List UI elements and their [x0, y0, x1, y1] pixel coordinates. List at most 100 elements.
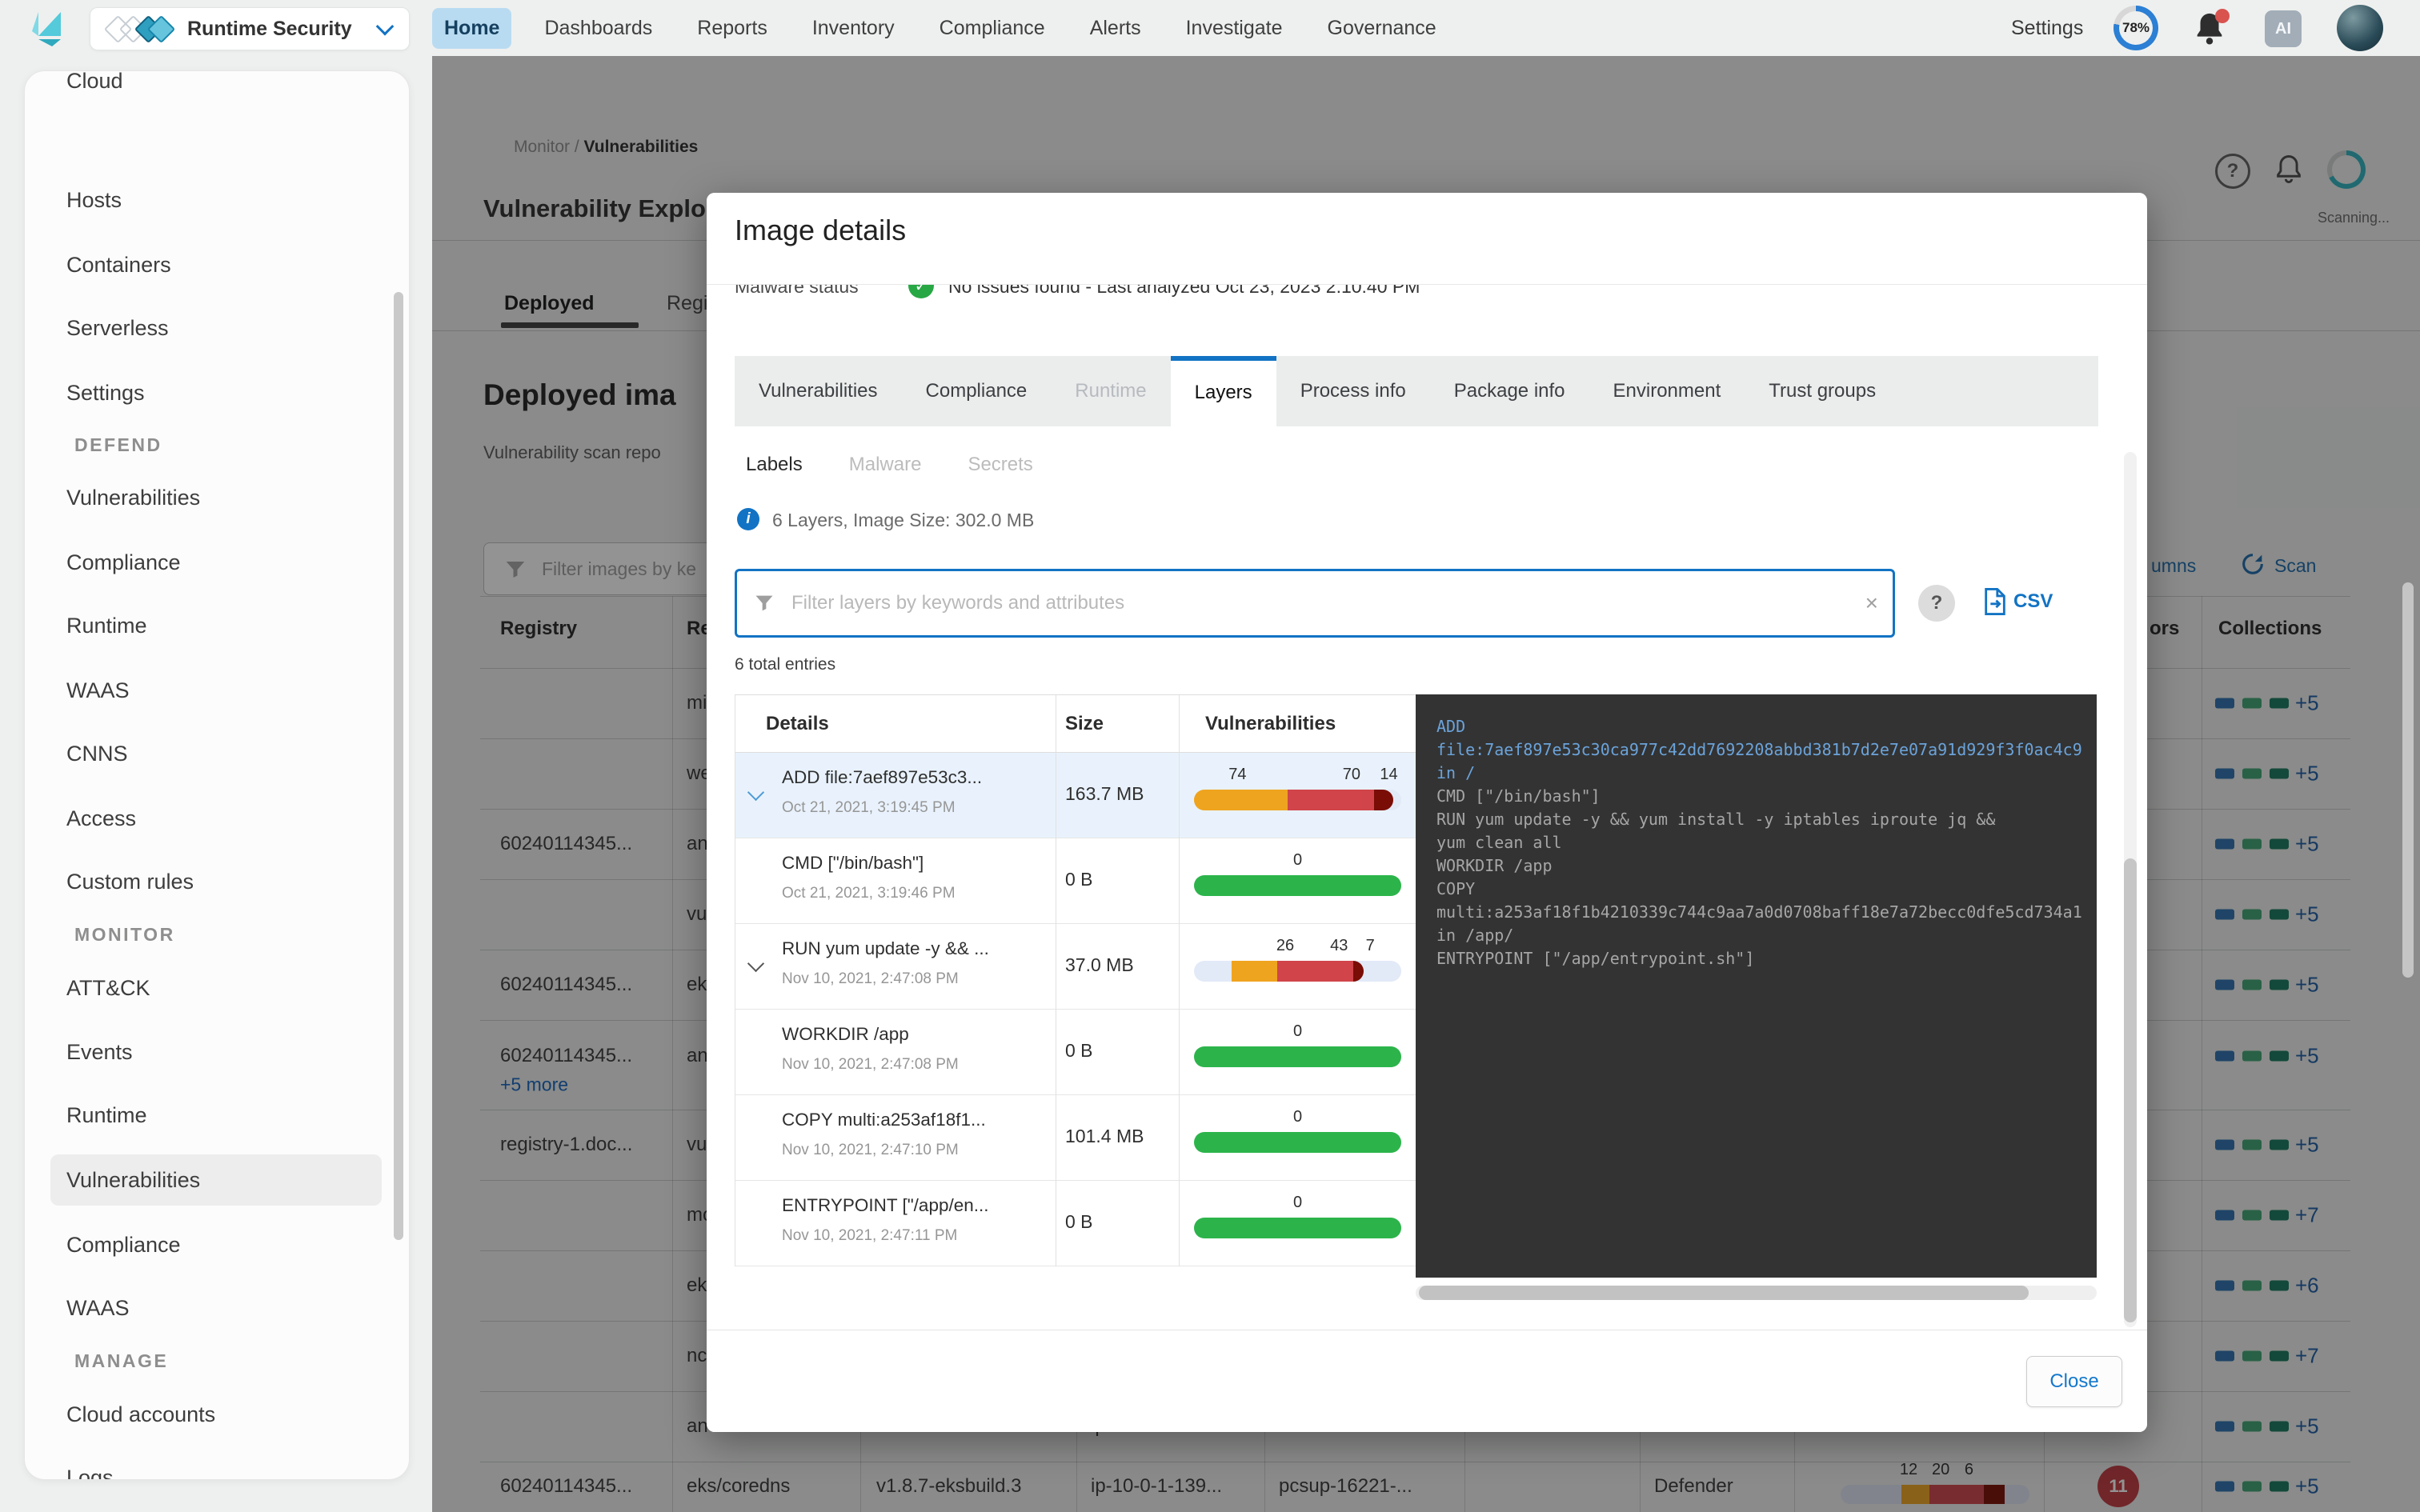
sidebar-scrollbar[interactable]	[394, 292, 403, 1240]
nav-item-governance[interactable]: Governance	[1316, 8, 1448, 49]
sidebar-item-att-ck[interactable]: ATT&CK	[50, 962, 382, 1014]
sidebar-section-manage: MANAGE	[74, 1335, 168, 1386]
subtab-secrets[interactable]: Secrets	[968, 447, 1032, 482]
layers-filter-input[interactable]	[790, 578, 1817, 629]
bar-count-label: 43	[1330, 937, 1348, 955]
column-header-size[interactable]: Size	[1065, 695, 1104, 753]
brand-logo-icon	[30, 9, 69, 47]
clear-filter-icon[interactable]: ×	[1865, 571, 1878, 635]
sidebar-item-cloud-accounts[interactable]: Cloud accounts	[50, 1389, 382, 1440]
sidebar-item-compliance[interactable]: Compliance	[50, 537, 382, 588]
filter-help-icon[interactable]: ?	[1918, 585, 1955, 622]
sidebar-item-containers[interactable]: Containers	[50, 239, 382, 290]
sidebar-item-runtime[interactable]: Runtime	[50, 600, 382, 651]
chevron-down-icon[interactable]	[747, 955, 764, 972]
bar-count-label: 74	[1228, 766, 1246, 784]
modal-footer: Close	[707, 1330, 2147, 1432]
tab-package-info[interactable]: Package info	[1430, 356, 1589, 426]
layer-size: 163.7 MB	[1065, 783, 1144, 805]
bar-red-segment	[1277, 961, 1354, 982]
chevron-down-icon[interactable]	[747, 784, 764, 801]
notifications-button[interactable]	[2191, 10, 2228, 47]
layer-date: Oct 21, 2021, 3:19:45 PM	[782, 799, 956, 817]
nav-item-dashboards[interactable]: Dashboards	[532, 8, 664, 49]
sidebar-item-events[interactable]: Events	[50, 1026, 382, 1078]
sidebar-item-cnns[interactable]: CNNS	[50, 728, 382, 779]
bar-orange-segment	[1232, 961, 1277, 982]
bar-zero-segment	[1194, 1046, 1401, 1067]
avatar[interactable]	[2337, 5, 2383, 51]
product-switcher[interactable]: Runtime Security	[90, 7, 410, 50]
ai-assistant-button[interactable]: AI	[2265, 10, 2302, 47]
code-hscroll-thumb[interactable]	[1419, 1286, 2029, 1300]
nav-item-compliance[interactable]: Compliance	[928, 8, 1057, 49]
sidebar: CloudHostsContainersServerlessSettingsDE…	[24, 70, 410, 1480]
layers-table-header: Details Size Vulnerabilities	[735, 695, 1416, 753]
nav-item-inventory[interactable]: Inventory	[800, 8, 907, 49]
layer-row[interactable]: COPY multi:a253af18f1...Nov 10, 2021, 2:…	[735, 1095, 1416, 1181]
tab-runtime[interactable]: Runtime	[1051, 356, 1170, 426]
layer-row[interactable]: ENTRYPOINT ["/app/en...Nov 10, 2021, 2:4…	[735, 1181, 1416, 1266]
layer-row[interactable]: CMD ["/bin/bash"]Oct 21, 2021, 3:19:46 P…	[735, 838, 1416, 924]
csv-export-button[interactable]: CSV	[1983, 588, 2053, 615]
nav-item-alerts[interactable]: Alerts	[1078, 8, 1153, 49]
tab-trust-groups[interactable]: Trust groups	[1745, 356, 1900, 426]
sidebar-item-access[interactable]: Access	[50, 793, 382, 844]
bar-zero-segment	[1194, 1218, 1401, 1238]
nav-item-reports[interactable]: Reports	[685, 8, 779, 49]
chevron-down-icon	[376, 18, 395, 36]
sidebar-item-logs[interactable]: Logs	[50, 1452, 382, 1480]
nav-item-home[interactable]: Home	[432, 8, 511, 49]
tab-layers[interactable]: Layers	[1171, 356, 1276, 426]
layer-row[interactable]: WORKDIR /appNov 10, 2021, 2:47:08 PM0 B0	[735, 1010, 1416, 1095]
sidebar-item-custom-rules[interactable]: Custom rules	[50, 856, 382, 907]
tab-environment[interactable]: Environment	[1589, 356, 1745, 426]
code-line: multi:a253af18f1b4210339c744c9aa7a0d0708…	[1436, 901, 2097, 924]
modal-vscroll-thumb[interactable]	[2124, 858, 2137, 1322]
vulnerability-bar: 26437	[1194, 961, 1401, 982]
sidebar-item-waas[interactable]: WAAS	[50, 665, 382, 716]
nav-item-investigate[interactable]: Investigate	[1174, 8, 1295, 49]
layer-size: 0 B	[1065, 869, 1093, 890]
sidebar-item-serverless[interactable]: Serverless	[50, 302, 382, 354]
close-button[interactable]: Close	[2026, 1356, 2122, 1407]
layer-row[interactable]: ADD file:7aef897e53c3...Oct 21, 2021, 3:…	[735, 753, 1416, 838]
product-name: Runtime Security	[187, 18, 352, 41]
modal-title: Image details	[735, 214, 906, 247]
settings-link[interactable]: Settings	[2011, 0, 2083, 56]
bar-zero-segment	[1194, 875, 1401, 896]
subtab-malware[interactable]: Malware	[849, 447, 922, 482]
sidebar-item-settings[interactable]: Settings	[50, 367, 382, 418]
page-scrollbar[interactable]	[2402, 582, 2414, 978]
code-line: in /	[1436, 762, 2097, 785]
sidebar-item-vulnerabilities[interactable]: Vulnerabilities	[50, 1154, 382, 1206]
modal-subtab-bar: Labels Malware Secrets	[735, 447, 1033, 482]
sidebar-item-hosts[interactable]: Hosts	[50, 174, 382, 226]
bar-count-label: 0	[1293, 851, 1302, 870]
tab-vulnerabilities[interactable]: Vulnerabilities	[735, 356, 902, 426]
tab-compliance[interactable]: Compliance	[902, 356, 1052, 426]
vulnerability-bar: 747014	[1194, 790, 1401, 810]
top-bar: Runtime Security Home Dashboards Reports In…	[0, 0, 2420, 56]
layer-date: Nov 10, 2021, 2:47:08 PM	[782, 970, 959, 988]
sidebar-item-compliance[interactable]: Compliance	[50, 1219, 382, 1270]
modal-tab-bar: VulnerabilitiesComplianceRuntimeLayersPr…	[735, 356, 2098, 426]
layers-filter: ×	[735, 569, 1895, 638]
code-line: yum clean all	[1436, 831, 2097, 854]
subtab-labels[interactable]: Labels	[746, 447, 803, 482]
bar-count-label: 0	[1293, 1022, 1302, 1041]
sidebar-item-waas[interactable]: WAAS	[50, 1282, 382, 1334]
csv-label: CSV	[2013, 590, 2053, 613]
column-header-vulnerabilities[interactable]: Vulnerabilities	[1205, 695, 1336, 753]
layer-command: COPY multi:a253af18f1...	[782, 1110, 986, 1130]
column-header-details[interactable]: Details	[766, 695, 829, 753]
sidebar-item-cloud[interactable]: Cloud	[50, 70, 382, 106]
layer-row[interactable]: RUN yum update -y && ...Nov 10, 2021, 2:…	[735, 924, 1416, 1010]
layer-size: 0 B	[1065, 1211, 1093, 1233]
sidebar-item-vulnerabilities[interactable]: Vulnerabilities	[50, 472, 382, 523]
usage-ring[interactable]: 78%	[2113, 6, 2158, 50]
bar-dark-segment	[1374, 790, 1392, 810]
tab-process-info[interactable]: Process info	[1276, 356, 1430, 426]
sidebar-item-runtime[interactable]: Runtime	[50, 1090, 382, 1141]
vulnerability-bar: 0	[1194, 1046, 1401, 1067]
